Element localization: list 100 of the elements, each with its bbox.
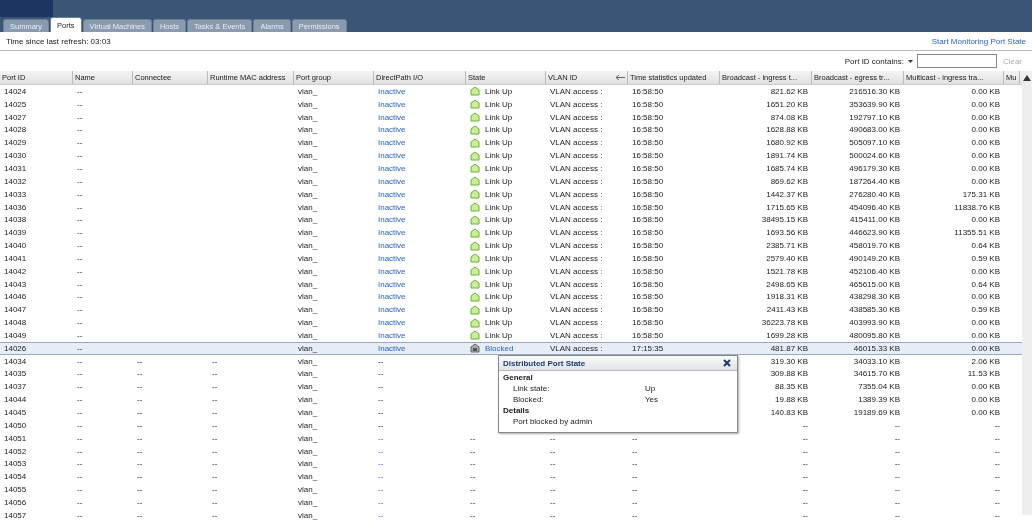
directpath-cell[interactable]: Inactive — [378, 241, 406, 251]
close-icon[interactable] — [723, 359, 731, 367]
port-id-cell[interactable]: 14034 — [4, 356, 27, 366]
port-id-cell[interactable]: 14028 — [4, 125, 27, 135]
directpath-cell[interactable]: Inactive — [378, 228, 406, 238]
port-id-cell[interactable]: 14024 — [4, 86, 27, 96]
port-id-cell[interactable]: 14040 — [4, 241, 27, 251]
table-cell: -- — [77, 305, 83, 315]
directpath-cell[interactable]: Inactive — [378, 305, 406, 315]
directpath-cell[interactable]: Inactive — [378, 202, 406, 212]
port-id-cell[interactable]: 14042 — [4, 266, 27, 276]
table-cell: -- — [994, 446, 1000, 456]
port-id-cell[interactable]: 14031 — [4, 164, 27, 173]
scrollbar[interactable] — [1022, 71, 1032, 515]
state-text: Link Up — [485, 253, 513, 263]
directpath-cell[interactable]: Inactive — [378, 279, 406, 289]
port-id-cell[interactable]: 14027 — [4, 112, 27, 122]
directpath-cell[interactable]: Inactive — [378, 86, 406, 96]
directpath-cell[interactable]: Inactive — [378, 151, 406, 161]
directpath-cell[interactable]: Inactive — [378, 164, 406, 173]
port-id-cell[interactable]: 14039 — [4, 228, 27, 238]
directpath-cell[interactable]: -- — [378, 510, 384, 520]
caret-icon[interactable] — [907, 59, 913, 63]
port-id-cell[interactable]: 14045 — [4, 408, 27, 417]
table-cell: -- — [77, 228, 83, 238]
port-id-cell[interactable]: 14046 — [4, 292, 27, 302]
port-id-cell[interactable]: 14026 — [4, 343, 27, 353]
state-text: Link Up — [485, 202, 513, 212]
table-cell: -- — [137, 446, 143, 456]
port-id-cell[interactable]: 14033 — [4, 189, 27, 199]
start-monitoring-link[interactable]: Start Monitoring Port State — [931, 36, 1026, 46]
table-cell: 16:58:50 — [632, 99, 664, 109]
port-id-cell[interactable]: 14038 — [4, 215, 27, 225]
table-cell: 11.53 KB — [967, 369, 1000, 379]
table-cell: -- — [77, 292, 83, 302]
table-cell: -- — [137, 395, 143, 405]
directpath-cell[interactable]: Inactive — [378, 292, 406, 302]
table-cell: -- — [632, 459, 638, 469]
table-cell: -- — [632, 510, 638, 520]
table-cell: -- — [77, 343, 83, 353]
table-cell: -- — [802, 497, 808, 507]
port-id-field[interactable] — [916, 54, 997, 68]
port-id-cell[interactable]: 14047 — [4, 305, 27, 315]
port-id-cell[interactable]: 14043 — [4, 279, 27, 289]
directpath-cell[interactable]: Inactive — [378, 138, 406, 148]
port-id-cell[interactable]: 14051 — [4, 433, 27, 443]
port-id-cell[interactable]: 14030 — [4, 151, 27, 161]
table-cell: -- — [77, 330, 83, 340]
port-id-cell[interactable]: 14041 — [4, 253, 27, 263]
port-id-cell[interactable]: 14056 — [4, 497, 27, 507]
scroll-up-icon[interactable] — [1023, 75, 1031, 81]
state-text[interactable]: Blocked — [485, 343, 514, 353]
table-cell: 1715.65 KB — [766, 202, 808, 212]
table-cell: -- — [77, 408, 83, 417]
table-cell: vlan_ — [298, 318, 318, 328]
table-cell: -- — [550, 433, 556, 443]
table-cell: -- — [77, 459, 83, 469]
table-cell: VLAN access : — [550, 305, 603, 315]
table-cell: 309.88 KB — [770, 369, 808, 379]
directpath-cell[interactable]: Inactive — [378, 125, 406, 135]
directpath-cell[interactable]: Inactive — [378, 99, 406, 109]
directpath-cell[interactable]: -- — [378, 497, 384, 507]
table-cell: -- — [77, 318, 83, 328]
directpath-cell[interactable]: -- — [378, 446, 384, 456]
port-id-cell[interactable]: 14049 — [4, 330, 27, 340]
directpath-cell[interactable]: Inactive — [378, 189, 406, 199]
port-id-cell[interactable]: 14053 — [4, 459, 27, 469]
directpath-cell[interactable]: Inactive — [378, 176, 406, 186]
table-cell: 17:15:35 — [632, 343, 664, 353]
port-id-cell[interactable]: 14029 — [4, 138, 27, 148]
directpath-cell[interactable]: Inactive — [378, 343, 406, 353]
port-id-cell[interactable]: 14055 — [4, 485, 27, 495]
table-cell: vlan_ — [298, 125, 318, 135]
port-id-cell[interactable]: 14025 — [4, 99, 27, 109]
port-id-cell[interactable]: 14044 — [4, 395, 27, 405]
table-cell: 415411.00 KB — [849, 215, 900, 225]
port-id-cell[interactable]: 14035 — [4, 369, 27, 379]
directpath-cell[interactable]: -- — [378, 472, 384, 482]
table-cell: 16:58:50 — [632, 189, 664, 199]
port-id-cell[interactable]: 14032 — [4, 176, 27, 186]
port-id-cell[interactable]: 14052 — [4, 446, 27, 456]
port-id-cell[interactable]: 14050 — [4, 420, 27, 430]
port-id-cell[interactable]: 14036 — [4, 202, 27, 212]
port-id-cell[interactable]: 14057 — [4, 510, 27, 520]
directpath-cell[interactable]: Inactive — [378, 318, 406, 328]
directpath-cell[interactable]: Inactive — [378, 266, 406, 276]
port-id-cell[interactable]: 14037 — [4, 382, 27, 392]
port-id-cell[interactable]: 14054 — [4, 472, 27, 482]
directpath-cell[interactable]: -- — [378, 485, 384, 495]
table-cell: 465615.00 KB — [849, 279, 900, 289]
directpath-cell[interactable]: -- — [378, 459, 384, 469]
directpath-cell[interactable]: Inactive — [378, 330, 406, 340]
directpath-cell[interactable]: Inactive — [378, 253, 406, 263]
state-text: Link Up — [485, 318, 513, 328]
table-cell: -- — [632, 472, 638, 482]
directpath-cell[interactable]: -- — [378, 433, 384, 443]
directpath-cell[interactable]: Inactive — [378, 112, 406, 122]
filter-label[interactable]: Port ID contains: — [844, 56, 904, 66]
port-id-cell[interactable]: 14048 — [4, 318, 27, 328]
directpath-cell[interactable]: Inactive — [378, 215, 406, 225]
